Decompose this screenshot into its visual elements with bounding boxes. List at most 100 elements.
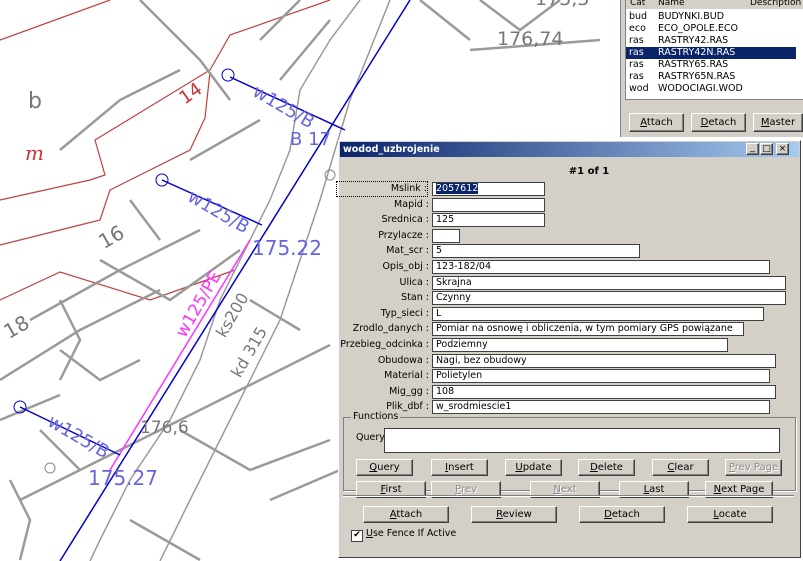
field-input-stan[interactable]: Czynny <box>432 291 786 306</box>
field-input-przebieg_odcinka[interactable]: Podziemny <box>432 338 728 352</box>
reference-row[interactable]: ras RASTRY65N.RAS <box>626 71 796 83</box>
field-input-mig_gg[interactable]: 108 <box>432 384 776 399</box>
reference-name: RASTRY42.RAS <box>658 35 729 46</box>
field-input-mslink[interactable]: 2057612 <box>432 182 545 196</box>
map-label: 176,74 <box>497 28 563 50</box>
column-header-cat[interactable]: Cat <box>630 0 645 8</box>
map-label: w125/B <box>44 411 113 463</box>
field-input-material[interactable]: Polietylen <box>432 369 770 384</box>
dialog-title-bar[interactable]: wodod_uzbrojenie _ □ × <box>340 142 799 157</box>
minimize-button[interactable]: _ <box>746 143 759 155</box>
prev-page-button[interactable]: Prev Page <box>725 459 782 476</box>
reference-cat: ras <box>629 47 644 58</box>
column-header-name[interactable]: Name <box>658 0 685 8</box>
node-circle <box>221 68 235 82</box>
field-label-mslink: Mslink : <box>336 181 428 197</box>
map-label: 175.22 <box>252 236 322 260</box>
locate-form-button[interactable]: Locate <box>687 506 773 523</box>
reference-name: WODOCIAGI.WOD <box>658 83 743 94</box>
map-label: m <box>25 141 44 165</box>
field-input-przylacze[interactable] <box>432 228 460 243</box>
map-label: 16 <box>94 220 128 254</box>
field-input-plik_dbf[interactable]: w_srodmiescie1 <box>432 400 770 415</box>
reference-cat: ras <box>629 71 644 82</box>
reference-row[interactable]: ras RASTRY42N.RAS <box>626 47 796 59</box>
functions-label: Functions <box>351 411 401 422</box>
field-label-przylacze: Przylacze : <box>378 229 429 241</box>
attach-reference-button[interactable]: Attach <box>629 113 684 132</box>
node-circle <box>324 169 336 181</box>
field-label-material: Material : <box>384 370 429 382</box>
field-label-obudowa: Obudowa : <box>377 354 429 366</box>
node-circle <box>44 462 56 474</box>
reference-files-window: Cat Name Description bud BUDYNKI.BUD eco EC… <box>620 0 803 137</box>
record-counter: #1 of 1 <box>568 166 610 177</box>
reference-row[interactable]: ras RASTRY42.RAS <box>626 35 796 47</box>
maximize-button[interactable]: □ <box>760 143 773 155</box>
reference-row[interactable]: bud BUDYNKI.BUD <box>626 11 796 23</box>
attach-form-button[interactable]: Attach <box>363 506 449 523</box>
map-label: 14 <box>175 79 206 109</box>
map-label: 173,3 <box>535 0 589 10</box>
reference-row[interactable]: ras RASTRY65.RAS <box>626 59 796 71</box>
reference-list[interactable]: Cat Name Description bud BUDYNKI.BUD eco EC… <box>625 0 803 100</box>
reference-name: RASTRY42N.RAS <box>658 47 736 58</box>
close-button[interactable]: × <box>776 143 789 155</box>
field-input-mat_scr[interactable]: 5 <box>432 244 640 259</box>
database-form-dialog: wodod_uzbrojenie _ □ × #1 of 1 Mslink : 2… <box>336 140 801 558</box>
field-input-opis_obj[interactable]: 123-182/04 <box>432 260 770 274</box>
use-fence-label: Use Fence If Active <box>366 528 457 539</box>
field-label-typ_sieci: Typ_sieci : <box>380 307 429 319</box>
map-label: w125/B <box>184 186 253 238</box>
field-input-mapid[interactable] <box>432 197 545 212</box>
query-label: Query <box>356 432 385 443</box>
review-form-button[interactable]: Review <box>471 506 557 523</box>
query-input[interactable] <box>384 428 780 453</box>
detach-form-button[interactable]: Detach <box>579 506 665 523</box>
field-input-typ_sieci[interactable]: L <box>432 306 764 321</box>
column-header-description[interactable]: Description <box>750 0 801 8</box>
reference-name: BUDYNKI.BUD <box>658 11 725 22</box>
insert-button[interactable]: Insert <box>431 459 488 476</box>
field-label-stan: Stan : <box>401 292 429 304</box>
field-label-mig_gg: Mig_gg : <box>389 385 429 397</box>
field-label-zrodlo_danych: Zrodlo_danych : <box>352 323 429 335</box>
map-label: w125/B <box>249 81 318 133</box>
parcel-boundary <box>0 0 111 41</box>
reference-cat: ras <box>629 59 644 70</box>
update-button[interactable]: Update <box>505 459 562 476</box>
field-input-obudowa[interactable]: Nagi, bez obudowy <box>432 353 776 368</box>
field-input-srednica[interactable]: 125 <box>432 213 545 228</box>
field-label-srednica: Srednica : <box>381 214 429 226</box>
reference-cat: ras <box>629 35 644 46</box>
reference-cat: bud <box>629 11 648 22</box>
list-header: Cat Name Description <box>626 0 803 9</box>
map-label: B 17 <box>290 129 331 150</box>
dialog-title: wodod_uzbrojenie <box>343 144 440 155</box>
map-label: 176,6 <box>140 418 189 438</box>
map-label: b <box>28 89 42 114</box>
action-separator <box>343 495 794 497</box>
reference-name: RASTRY65.RAS <box>658 59 729 70</box>
reference-row[interactable]: eco ECO_OPOLE.ECO <box>626 23 796 35</box>
reference-name: RASTRY65N.RAS <box>658 71 736 82</box>
map-label: ks200 <box>212 289 253 340</box>
query-button[interactable]: Query <box>356 459 413 476</box>
reference-name: ECO_OPOLE.ECO <box>658 23 738 34</box>
detach-reference-button[interactable]: Detach <box>691 113 746 132</box>
field-input-ulica[interactable]: Skrajna <box>432 275 786 290</box>
reference-cat: eco <box>629 23 646 34</box>
reference-row[interactable]: wod WODOCIAGI.WOD <box>626 83 796 95</box>
delete-button[interactable]: Delete <box>578 459 635 476</box>
master-reference-button[interactable]: Master <box>753 113 803 132</box>
field-label-ulica: Ulica : <box>399 276 430 288</box>
field-label-przebieg_odcinka: Przebieg_odcinka : <box>340 339 429 350</box>
field-label-mapid: Mapid : <box>394 198 429 210</box>
field-input-zrodlo_danych[interactable]: Pomiar na osnowę i obliczenia, w tym pom… <box>432 322 744 337</box>
use-fence-checkbox[interactable]: ✔ <box>351 530 363 542</box>
clear-button[interactable]: Clear <box>652 459 709 476</box>
map-label: 18 <box>0 310 33 344</box>
field-label-opis_obj: Opis_obj : <box>382 261 429 272</box>
field-label-mat_scr: Mat_scr : <box>386 245 429 257</box>
functions-group: Functions Query Query Insert Update Delete C… <box>343 411 796 498</box>
